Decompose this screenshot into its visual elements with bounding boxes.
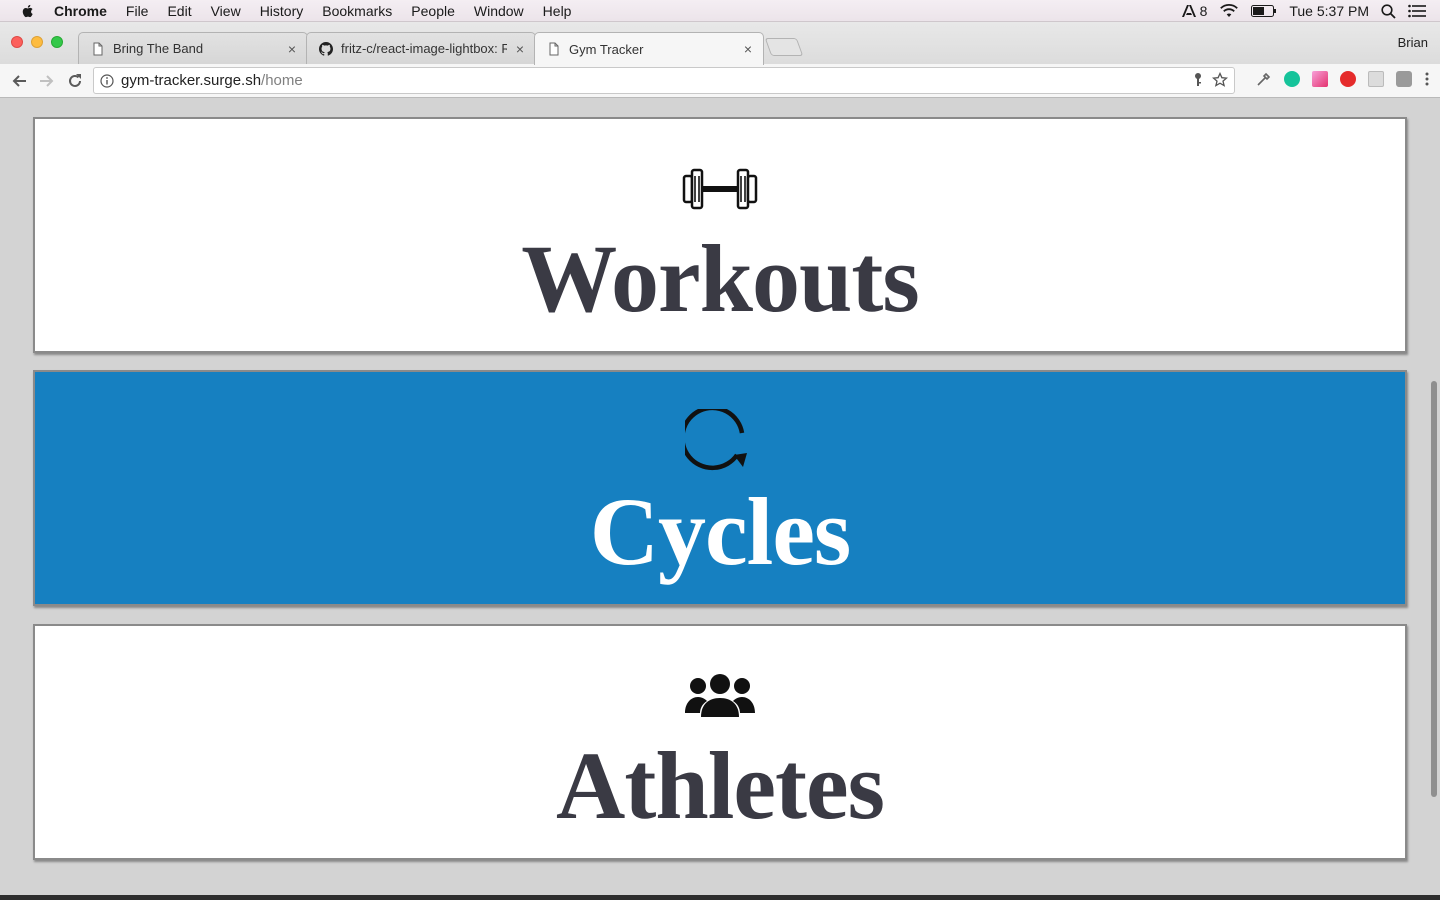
menu-app-name[interactable]: Chrome bbox=[54, 3, 107, 19]
tab-react-image-lightbox[interactable]: fritz-c/react-image-lightbox: R × bbox=[306, 32, 536, 64]
cycles-card[interactable]: Cycles bbox=[33, 370, 1407, 606]
tab-title: Gym Tracker bbox=[569, 41, 644, 57]
tab-strip: Bring The Band × fritz-c/react-image-lig… bbox=[0, 22, 1440, 65]
group-icon bbox=[680, 670, 760, 722]
menu-history[interactable]: History bbox=[260, 3, 304, 19]
grid-extension-icon[interactable] bbox=[1368, 71, 1384, 87]
adobe-count: 8 bbox=[1199, 3, 1208, 19]
menubar-status-area: 8 Tue 5:37 PM bbox=[1181, 0, 1426, 22]
scrollbar-thumb[interactable] bbox=[1431, 381, 1437, 797]
back-button[interactable] bbox=[8, 70, 30, 92]
wifi-icon[interactable] bbox=[1219, 4, 1239, 18]
menu-window[interactable]: Window bbox=[474, 3, 524, 19]
adobe-icon bbox=[1181, 5, 1196, 17]
apple-icon[interactable] bbox=[20, 3, 36, 19]
battery-icon[interactable] bbox=[1251, 5, 1277, 17]
page-icon bbox=[549, 42, 559, 56]
menu-bookmarks[interactable]: Bookmarks bbox=[322, 3, 392, 19]
key-icon[interactable] bbox=[1192, 72, 1204, 88]
workouts-label: Workouts bbox=[521, 225, 919, 332]
menubar-clock[interactable]: Tue 5:37 PM bbox=[1289, 3, 1369, 19]
menu-file[interactable]: File bbox=[126, 3, 149, 19]
dumbbell-icon bbox=[680, 163, 760, 215]
close-window-button[interactable] bbox=[11, 36, 23, 48]
more-menu-icon[interactable] bbox=[1424, 71, 1430, 87]
browser-toolbar: gym-tracker.surge.sh/home bbox=[0, 64, 1440, 98]
browser-window: Bring The Band × fritz-c/react-image-lig… bbox=[0, 22, 1440, 900]
grammarly-icon[interactable] bbox=[1284, 71, 1300, 87]
desktop-edge bbox=[0, 895, 1440, 900]
tab-gym-tracker[interactable]: Gym Tracker × bbox=[534, 32, 764, 65]
cycles-label: Cycles bbox=[589, 478, 852, 585]
tab-title: fritz-c/react-image-lightbox: R bbox=[341, 41, 507, 56]
reload-button[interactable] bbox=[64, 70, 86, 92]
page-scrollbar[interactable] bbox=[1428, 98, 1440, 895]
cycle-icon bbox=[680, 409, 760, 471]
notification-center-icon[interactable] bbox=[1408, 4, 1426, 18]
tab-close-button[interactable]: × bbox=[513, 42, 527, 56]
arrow-right-icon bbox=[40, 74, 54, 87]
workouts-card[interactable]: Workouts bbox=[33, 117, 1407, 353]
spotlight-search-icon[interactable] bbox=[1381, 3, 1396, 19]
maximize-window-button[interactable] bbox=[51, 36, 63, 48]
tab-bring-the-band[interactable]: Bring The Band × bbox=[78, 32, 308, 64]
extensions-bar bbox=[1256, 71, 1430, 87]
arrow-left-icon bbox=[12, 74, 26, 87]
menu-edit[interactable]: Edit bbox=[167, 3, 191, 19]
forward-button[interactable] bbox=[36, 70, 58, 92]
tab-title: Bring The Band bbox=[113, 41, 204, 56]
github-icon bbox=[319, 41, 333, 56]
window-controls bbox=[11, 36, 63, 48]
adblock-icon[interactable] bbox=[1340, 71, 1356, 87]
menu-help[interactable]: Help bbox=[543, 3, 572, 19]
menu-view[interactable]: View bbox=[211, 3, 241, 19]
tool-extension-icon[interactable] bbox=[1396, 71, 1412, 87]
menu-people[interactable]: People bbox=[411, 3, 455, 19]
eyedropper-icon[interactable] bbox=[1256, 71, 1272, 87]
page-viewport: Workouts Cycles Athletes bbox=[0, 98, 1440, 895]
macos-menu-bar: Chrome File Edit View History Bookmarks … bbox=[0, 0, 1440, 22]
athletes-label: Athletes bbox=[556, 732, 885, 839]
tab-close-button[interactable]: × bbox=[741, 42, 755, 56]
new-tab-button[interactable] bbox=[764, 38, 804, 56]
profile-name[interactable]: Brian bbox=[1398, 35, 1428, 50]
address-bar[interactable]: gym-tracker.surge.sh/home bbox=[93, 67, 1235, 94]
star-icon[interactable] bbox=[1212, 72, 1228, 88]
athletes-card[interactable]: Athletes bbox=[33, 624, 1407, 860]
gradient-extension-icon[interactable] bbox=[1312, 71, 1328, 87]
info-icon[interactable] bbox=[100, 73, 114, 88]
url-path: /home bbox=[261, 72, 303, 89]
page-icon bbox=[93, 42, 103, 55]
reload-icon bbox=[69, 73, 81, 87]
adobe-status[interactable]: 8 bbox=[1181, 3, 1208, 19]
omnibox-actions bbox=[1192, 72, 1228, 88]
url-host: gym-tracker.surge.sh bbox=[121, 72, 262, 89]
tab-close-button[interactable]: × bbox=[285, 42, 299, 56]
minimize-window-button[interactable] bbox=[31, 36, 43, 48]
